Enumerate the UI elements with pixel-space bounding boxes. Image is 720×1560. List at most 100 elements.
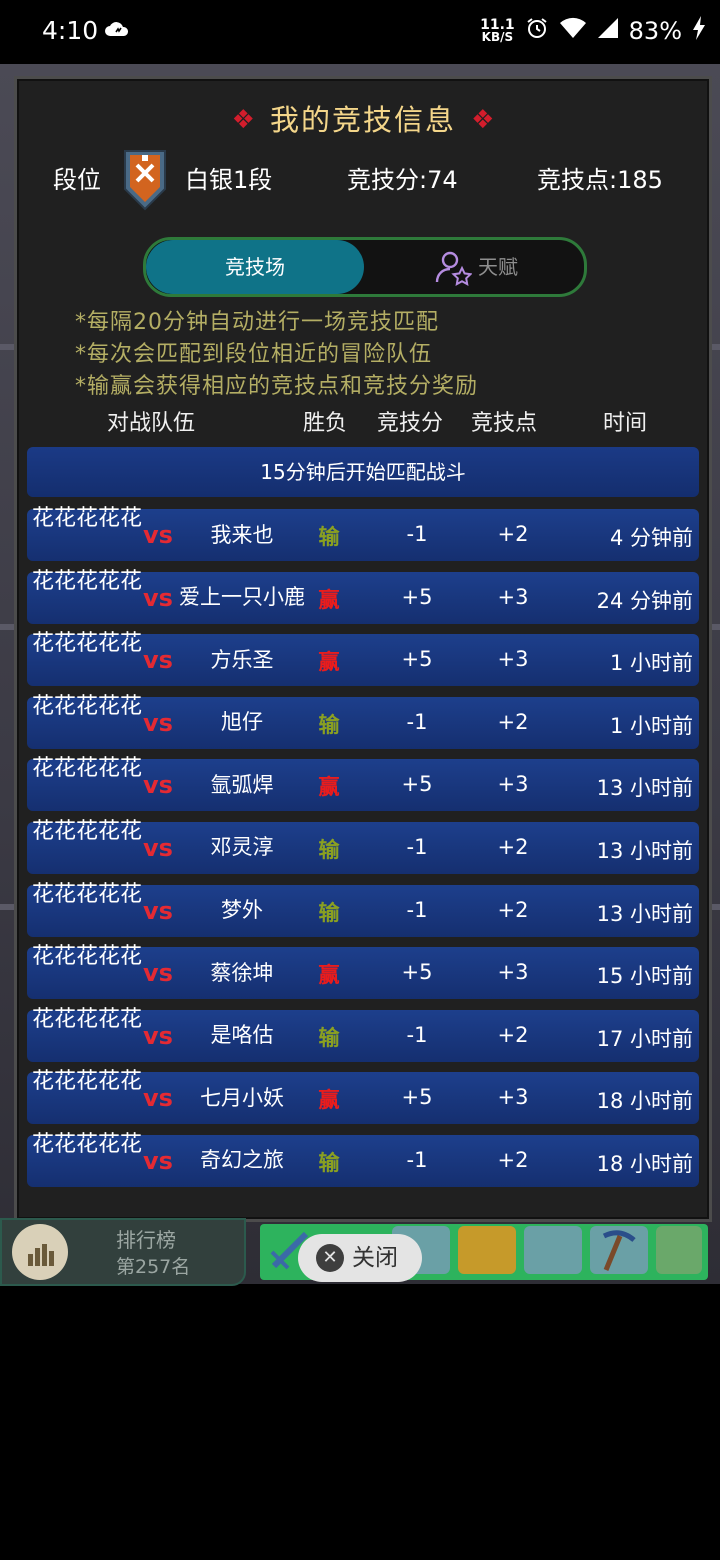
col-time: 时间 xyxy=(603,411,648,436)
vs-label: vs xyxy=(143,771,173,800)
vs-label: vs xyxy=(143,521,173,549)
table-row: 花花花花花 vs 是咯估 输 -1 +2 17 小时前 xyxy=(27,1007,699,1062)
table-row: 花花花花花 vs 七月小妖 赢 +5 +3 18 小时前 xyxy=(27,1069,699,1125)
vs-label: vs xyxy=(143,708,173,737)
table-row: 花花花花花 vs 蔡徐坤 赢 +5 +3 15 小时前 xyxy=(27,944,699,1000)
compass-icon[interactable] xyxy=(524,1226,582,1274)
close-icon: ✕ xyxy=(316,1244,344,1272)
battery-percent: 83% xyxy=(628,17,682,45)
table-row: 花花花花花 vs 旭仔 输 -1 +2 1 小时前 xyxy=(27,694,699,749)
table-row: 花花花花花 vs 氩弧焊 赢 +5 +3 13 小时前 xyxy=(27,756,699,812)
score-change: -1 xyxy=(406,522,428,546)
tab-arena[interactable]: 竞技场 xyxy=(146,240,364,294)
vs-label: vs xyxy=(143,959,173,988)
ornament-right-icon: ❖ xyxy=(471,105,495,135)
opponent-name: 梦外 xyxy=(221,898,263,923)
team-name: 花花花花花 xyxy=(31,506,142,531)
close-button[interactable]: ✕ 关闭 xyxy=(298,1234,422,1282)
bar-chart-icon xyxy=(12,1224,68,1280)
opponent-name: 爱上一只小鹿 xyxy=(179,585,305,610)
score-change: -1 xyxy=(406,897,428,922)
table-row: 花花花花花 vs 奇幻之旅 输 -1 +2 18 小时前 xyxy=(27,1132,699,1187)
status-time: 4:10 xyxy=(42,16,99,45)
vs-label: vs xyxy=(143,1084,173,1113)
rank-summary: 段位 白银1段 竞技分:74 竞技点:185 xyxy=(17,150,709,225)
match-time: 18 小时前 xyxy=(596,1089,693,1114)
leaderboard-button[interactable]: 排行榜 第257名 xyxy=(0,1218,246,1286)
note-line: *输赢会获得相应的竞技点和竞技分奖励 xyxy=(75,374,479,399)
match-history-list: 花花花花花 vs 我来也输 -1 +2 4 分钟前 花花花花花 vs 爱上一只小鹿赢 +5 +3 24… xyxy=(27,506,699,1198)
points-change: +2 xyxy=(497,1147,529,1172)
points-change: +3 xyxy=(497,584,529,609)
tab-talent[interactable]: 天赋 xyxy=(386,240,584,294)
match-time: 15 小时前 xyxy=(596,964,693,989)
rank-name: 白银1段 xyxy=(185,166,273,194)
points-change: +2 xyxy=(497,897,529,922)
table-row: 花花花花花 vs 邓灵淳 输 -1 +2 13 小时前 xyxy=(27,819,699,874)
vs-label: vs xyxy=(143,1146,173,1175)
status-bar: 4:10 11.1 KB/S 83% xyxy=(0,0,720,64)
match-time: 1 小时前 xyxy=(609,651,693,676)
vs-label: vs xyxy=(143,833,173,862)
match-result: 赢 xyxy=(318,963,340,988)
points-change: +2 xyxy=(497,522,529,546)
wifi-icon xyxy=(559,17,587,45)
match-result: 赢 xyxy=(318,1088,340,1113)
team-name: 花花花花花 xyxy=(31,881,142,907)
vs-label: vs xyxy=(143,646,173,675)
note-line: *每隔20分钟自动进行一场竞技匹配 xyxy=(75,310,439,335)
table-header: 对战队伍 胜负 竞技分 竞技点 时间 xyxy=(17,405,709,436)
charging-icon xyxy=(692,16,706,46)
tab-talent-label: 天赋 xyxy=(478,255,518,279)
leaderboard-label: 排行榜 xyxy=(116,1228,176,1252)
team-name: 花花花花花 xyxy=(31,631,142,657)
points-change: +2 xyxy=(497,1022,529,1047)
match-result: 赢 xyxy=(318,775,340,800)
score-change: -1 xyxy=(406,1022,428,1047)
opponent-name: 氩弧焊 xyxy=(210,772,274,797)
arena-score: 竞技分:74 xyxy=(347,166,458,194)
match-result: 赢 xyxy=(318,650,340,675)
vs-label: vs xyxy=(143,583,173,612)
match-result: 输 xyxy=(318,837,340,862)
dialog-title-row: ❖ 我的竞技信息 ❖ xyxy=(17,97,709,139)
match-time: 13 小时前 xyxy=(596,776,693,801)
opponent-name: 旭仔 xyxy=(221,710,263,735)
cell-signal-icon xyxy=(597,17,619,45)
team-name: 花花花花花 xyxy=(31,568,142,594)
points-change: +3 xyxy=(497,1085,529,1110)
match-time: 13 小时前 xyxy=(596,838,693,863)
cloud-icon xyxy=(104,20,130,46)
match-time: 13 小时前 xyxy=(596,901,693,926)
col-score: 竞技分 xyxy=(377,411,444,436)
points-change: +3 xyxy=(497,772,529,797)
alert-badge-icon[interactable] xyxy=(656,1226,702,1274)
opponent-name: 是咯估 xyxy=(210,1023,274,1048)
rules-notes: *每隔20分钟自动进行一场竞技匹配 *每次会匹配到段位相近的冒险队伍 *输赢会获… xyxy=(75,307,478,403)
score-change: +5 xyxy=(401,772,433,797)
match-time: 17 小时前 xyxy=(596,1026,693,1051)
team-name: 花花花花花 xyxy=(31,1069,142,1095)
team-name: 花花花花花 xyxy=(31,693,142,719)
opponent-name: 蔡徐坤 xyxy=(210,960,274,985)
pickaxe-icon[interactable] xyxy=(590,1226,648,1274)
score-change: -1 xyxy=(406,709,428,734)
dialog-title: 我的竞技信息 xyxy=(269,103,456,137)
score-change: +5 xyxy=(401,1085,433,1110)
match-countdown-banner: 15分钟后开始匹配战斗 xyxy=(27,447,699,497)
match-result: 输 xyxy=(318,1025,340,1050)
coin-icon[interactable] xyxy=(458,1226,516,1274)
rank-label: 段位 xyxy=(53,166,101,194)
rank-shield-icon xyxy=(124,150,166,211)
team-name: 花花花花花 xyxy=(31,1006,142,1032)
points-change: +2 xyxy=(497,834,529,859)
match-result: 赢 xyxy=(318,587,340,612)
arena-info-dialog: ❖ 我的竞技信息 ❖ 段位 白银1段 竞技分:74 竞技点:185 竞技场 天赋… xyxy=(14,76,712,1222)
match-time: 4 分钟前 xyxy=(609,526,693,550)
score-change: -1 xyxy=(406,834,428,859)
arena-points: 竞技点:185 xyxy=(537,166,663,194)
match-time: 1 小时前 xyxy=(609,713,693,738)
table-row: 花花花花花 vs 我来也 输 -1 +2 4 分钟前 xyxy=(27,506,699,561)
match-result: 输 xyxy=(318,900,340,925)
opponent-name: 方乐圣 xyxy=(210,647,274,672)
